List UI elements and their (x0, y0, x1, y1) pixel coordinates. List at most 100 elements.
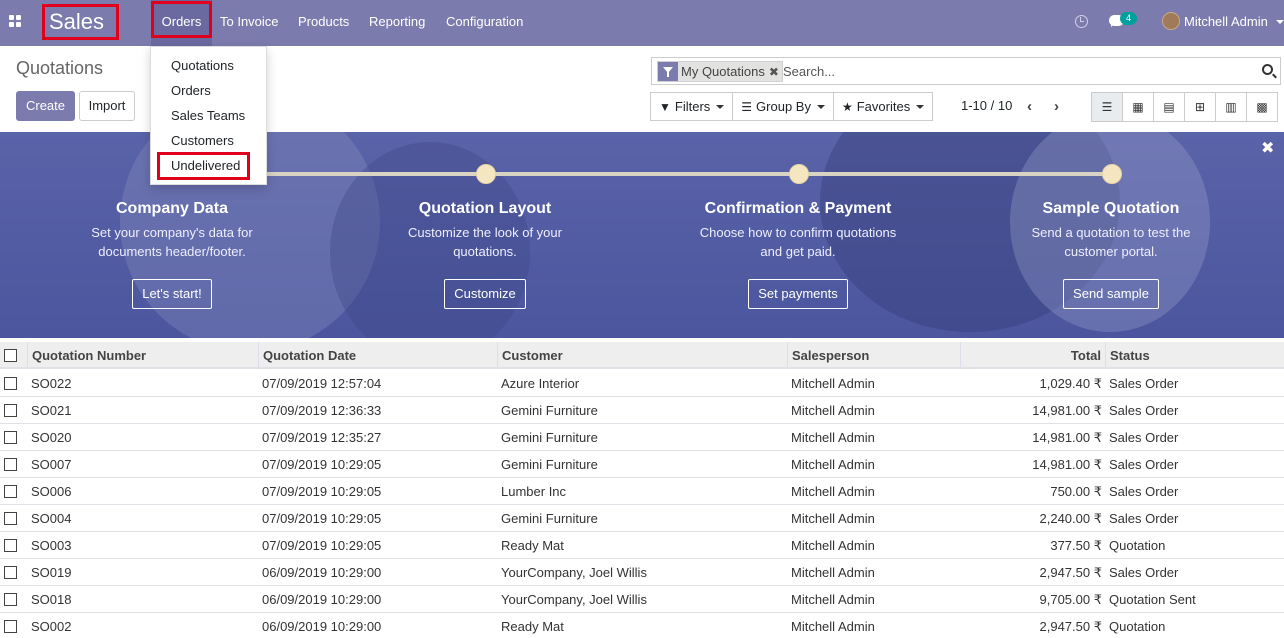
caret-down-icon (716, 104, 725, 109)
cell-quotation-date: 07/09/2019 10:29:05 (262, 457, 382, 472)
row-checkbox[interactable] (4, 404, 17, 417)
menu-item-sales-teams[interactable]: Sales Teams (151, 103, 268, 128)
menu-item-orders[interactable]: Orders (151, 78, 268, 103)
filters-dropdown[interactable]: ▼ Filters (650, 92, 734, 121)
close-icon[interactable]: ✖ (1261, 138, 1274, 158)
step-description-line: customer portal. (1064, 244, 1158, 259)
column-header-quotation-number[interactable]: Quotation Number (27, 342, 258, 369)
user-caret-icon[interactable] (1276, 20, 1284, 24)
cell-total: 1,029.40 ₹ (1039, 376, 1103, 391)
menu-to-invoice[interactable]: To Invoice (220, 0, 279, 46)
cell-quotation-number: SO018 (31, 592, 72, 607)
set-payments-button[interactable]: Set payments (748, 279, 848, 309)
column-header-quotation-date[interactable]: Quotation Date (258, 342, 498, 369)
activity-view-icon[interactable]: ▩ (1246, 92, 1278, 122)
row-checkbox[interactable] (4, 431, 17, 444)
cell-total: 14,981.00 ₹ (1032, 457, 1102, 472)
step-quotation-layout: Quotation Layout Customize the look of y… (345, 200, 625, 309)
step-sample-quotation: Sample Quotation Send a quotation to tes… (971, 200, 1251, 309)
pager-previous-icon[interactable]: ‹ (1027, 98, 1032, 115)
step-description-line: Choose how to confirm quotations (699, 225, 897, 240)
row-checkbox[interactable] (4, 539, 17, 552)
user-name[interactable]: Mitchell Admin (1184, 0, 1268, 44)
user-avatar[interactable] (1162, 12, 1180, 30)
row-checkbox[interactable] (4, 593, 17, 606)
calendar-view-icon[interactable]: ▤ (1153, 92, 1185, 122)
app-brand[interactable]: Sales (42, 4, 119, 40)
table-header: Quotation Number Quotation Date Customer… (0, 342, 1284, 369)
table-row[interactable]: SO006 07/09/2019 10:29:05 Lumber Inc Mitche… (0, 478, 1284, 505)
lets-start-button[interactable]: Let's start! (132, 279, 212, 309)
cell-salesperson: Mitchell Admin (791, 592, 875, 607)
create-button[interactable]: Create (16, 91, 75, 121)
activity-clock-icon[interactable] (1075, 15, 1088, 28)
pager-value[interactable]: 1-10 / 10 (961, 98, 1012, 113)
menu-item-customers[interactable]: Customers (151, 128, 268, 153)
cell-quotation-date: 07/09/2019 12:35:27 (262, 430, 382, 445)
row-checkbox[interactable] (4, 512, 17, 525)
page-title: Quotations (16, 58, 104, 78)
step-description: Send a quotation to test the customer po… (971, 223, 1251, 261)
cell-customer: Gemini Furniture (501, 430, 598, 445)
cell-quotation-number: SO022 (31, 376, 72, 391)
column-header-salesperson[interactable]: Salesperson (787, 342, 960, 369)
table-row[interactable]: SO019 06/09/2019 10:29:00 YourCompany, Joe… (0, 559, 1284, 586)
import-button[interactable]: Import (79, 91, 135, 121)
search-icon[interactable] (1262, 64, 1273, 75)
row-checkbox[interactable] (4, 485, 17, 498)
menu-item-quotations[interactable]: Quotations (151, 53, 268, 78)
row-checkbox[interactable] (4, 566, 17, 579)
cell-quotation-number: SO020 (31, 430, 72, 445)
table-row[interactable]: SO004 07/09/2019 10:29:05 Gemini Furniture… (0, 505, 1284, 532)
table-row[interactable]: SO002 06/09/2019 10:29:00 Ready Mat Mitchel… (0, 613, 1284, 638)
menu-products[interactable]: Products (298, 0, 349, 46)
kanban-view-icon[interactable]: ▦ (1122, 92, 1154, 122)
menu-reporting[interactable]: Reporting (369, 0, 425, 46)
cell-quotation-number: SO021 (31, 403, 72, 418)
cell-customer: Ready Mat (501, 619, 564, 634)
filter-funnel-icon (658, 62, 678, 81)
column-header-status[interactable]: Status (1105, 342, 1284, 369)
search-input[interactable] (783, 62, 1253, 81)
favorites-dropdown[interactable]: ★ Favorites (832, 92, 934, 121)
favorites-label: Favorites (856, 99, 911, 114)
cell-total: 9,705.00 ₹ (1039, 592, 1103, 607)
customize-button[interactable]: Customize (444, 279, 526, 309)
step-description-line: documents header/footer. (98, 244, 246, 259)
step-title: Quotation Layout (418, 200, 552, 217)
cell-status: Sales Order (1109, 511, 1179, 526)
cell-total: 2,947.50 ₹ (1039, 565, 1103, 580)
cell-status: Quotation (1109, 538, 1166, 553)
table-row[interactable]: SO020 07/09/2019 12:35:27 Gemini Furniture… (0, 424, 1284, 451)
list-view-icon[interactable]: ☰ (1091, 92, 1123, 122)
row-checkbox[interactable] (4, 377, 17, 390)
row-checkbox[interactable] (4, 458, 17, 471)
table-row[interactable]: SO003 07/09/2019 10:29:05 Ready Mat Mitchel… (0, 532, 1284, 559)
pivot-view-icon[interactable]: ⊞ (1184, 92, 1216, 122)
cell-status: Sales Order (1109, 565, 1179, 580)
filters-label: Filters (674, 99, 711, 114)
cell-status: Quotation (1109, 619, 1166, 634)
send-sample-button[interactable]: Send sample (1063, 279, 1159, 309)
cell-quotation-date: 06/09/2019 10:29:00 (262, 565, 382, 580)
table-row[interactable]: SO007 07/09/2019 10:29:05 Gemini Furniture… (0, 451, 1284, 478)
step-dot (1102, 164, 1122, 184)
select-all-checkbox[interactable] (4, 349, 17, 362)
groupby-dropdown[interactable]: ☰ Group By (732, 92, 834, 121)
apps-grid-icon[interactable] (9, 15, 23, 29)
menu-configuration[interactable]: Configuration (446, 0, 523, 46)
column-header-customer[interactable]: Customer (497, 342, 787, 369)
cell-salesperson: Mitchell Admin (791, 565, 875, 580)
cell-total: 2,947.50 ₹ (1039, 619, 1103, 634)
table-row[interactable]: SO018 06/09/2019 10:29:00 YourCompany, Joe… (0, 586, 1284, 613)
cell-customer: Ready Mat (501, 538, 564, 553)
table-row[interactable]: SO022 07/09/2019 12:57:04 Azure Interior Mi… (0, 370, 1284, 397)
pager-next-icon[interactable]: › (1054, 98, 1059, 115)
facet-remove-icon[interactable]: ✖ (769, 65, 782, 79)
table-row[interactable]: SO021 07/09/2019 12:36:33 Gemini Furniture… (0, 397, 1284, 424)
column-header-total[interactable]: Total (960, 342, 1105, 369)
graph-view-icon[interactable]: ▥ (1215, 92, 1247, 122)
row-checkbox[interactable] (4, 620, 17, 633)
cell-quotation-date: 07/09/2019 12:57:04 (262, 376, 382, 391)
cell-total: 750.00 ₹ (1050, 484, 1102, 499)
